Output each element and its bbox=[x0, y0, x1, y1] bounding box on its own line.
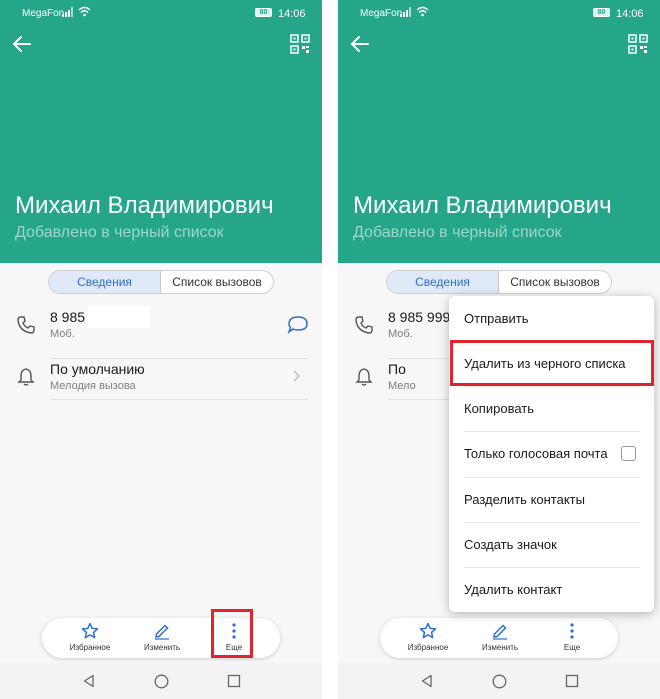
more-vertical-icon bbox=[570, 623, 574, 639]
chevron-right-icon bbox=[293, 370, 301, 382]
phone-number-row[interactable]: 8 985 Моб. bbox=[0, 303, 322, 359]
qr-code-icon[interactable] bbox=[290, 34, 310, 54]
tab-details[interactable]: Сведения bbox=[49, 271, 161, 293]
favorites-label: Избранное bbox=[407, 643, 449, 652]
menu-item-send[interactable]: Отправить bbox=[449, 296, 654, 341]
details-tabs: Сведения Список вызовов bbox=[386, 270, 612, 294]
ringtone-value: По умолчанию bbox=[50, 361, 145, 377]
favorites-button[interactable]: Избранное bbox=[393, 622, 463, 656]
edit-label: Изменить bbox=[143, 643, 181, 652]
nav-recent-icon[interactable] bbox=[227, 674, 241, 688]
star-icon bbox=[419, 622, 437, 639]
pencil-icon bbox=[155, 624, 169, 640]
menu-item-label: Копировать bbox=[464, 401, 534, 416]
edit-button[interactable]: Изменить bbox=[465, 622, 535, 656]
bell-icon bbox=[355, 368, 373, 386]
highlight-more-button bbox=[211, 609, 253, 658]
edit-label: Изменить bbox=[481, 643, 519, 652]
status-bar: MegaFon 80 14:06 bbox=[0, 0, 322, 26]
edit-button[interactable]: Изменить bbox=[127, 622, 197, 656]
bottom-action-bar: Избранное Изменить Еще bbox=[380, 618, 618, 658]
contact-header: MegaFon 80 14:06 Михаил Владимирович Доб… bbox=[0, 0, 322, 263]
nav-home-icon[interactable] bbox=[492, 674, 507, 689]
tab-call-log[interactable]: Список вызовов bbox=[499, 271, 611, 293]
favorites-label: Избранное bbox=[69, 643, 111, 652]
highlight-unblock-item bbox=[450, 340, 654, 386]
status-time: 14:06 bbox=[278, 8, 306, 20]
ringtone-row[interactable]: По умолчанию Мелодия вызова bbox=[0, 355, 322, 411]
qr-code-icon[interactable] bbox=[628, 34, 648, 54]
signal-icon bbox=[62, 7, 73, 17]
battery-indicator: 80 bbox=[255, 8, 272, 17]
favorites-button[interactable]: Избранное bbox=[55, 622, 125, 656]
contact-details-screen: MegaFon 80 14:06 Михаил Владимирович Доб… bbox=[0, 0, 322, 699]
tab-details[interactable]: Сведения bbox=[387, 271, 499, 293]
blacklist-status: Добавлено в черный список bbox=[353, 224, 562, 241]
menu-item-voicemail-only[interactable]: Только голосовая почта bbox=[449, 431, 654, 476]
details-tabs: Сведения Список вызовов bbox=[48, 270, 274, 294]
phone-icon bbox=[355, 316, 373, 334]
nav-recent-icon[interactable] bbox=[565, 674, 579, 688]
signal-icon bbox=[400, 7, 411, 17]
menu-item-label: Только голосовая почта bbox=[464, 446, 608, 461]
system-nav-bar bbox=[0, 663, 322, 699]
phone-icon bbox=[17, 316, 35, 334]
phone-number: 8 985 999- bbox=[388, 309, 455, 325]
more-button[interactable]: Еще bbox=[537, 622, 607, 656]
row-divider bbox=[50, 399, 308, 400]
wifi-icon bbox=[416, 6, 429, 17]
blacklist-status: Добавлено в черный список bbox=[15, 224, 224, 241]
menu-item-create-shortcut[interactable]: Создать значок bbox=[449, 522, 654, 567]
phone-number: 8 985 bbox=[50, 309, 86, 325]
redaction-mask bbox=[88, 306, 150, 328]
row-divider bbox=[388, 399, 450, 400]
tab-call-log[interactable]: Список вызовов bbox=[161, 271, 273, 293]
voicemail-only-checkbox[interactable] bbox=[621, 446, 636, 461]
phone-type: Моб. bbox=[50, 328, 75, 340]
status-time: 14:06 bbox=[616, 8, 644, 20]
menu-item-copy[interactable]: Копировать bbox=[449, 386, 654, 431]
nav-back-icon[interactable] bbox=[82, 674, 96, 688]
ringtone-label: Мелодия вызова bbox=[50, 380, 136, 392]
ringtone-value: По bbox=[388, 361, 406, 377]
wifi-icon bbox=[78, 6, 91, 17]
back-arrow-icon[interactable] bbox=[348, 32, 372, 56]
phone-type: Моб. bbox=[388, 328, 413, 340]
nav-home-icon[interactable] bbox=[154, 674, 169, 689]
menu-item-label: Создать значок bbox=[464, 537, 557, 552]
menu-item-label: Отправить bbox=[464, 311, 529, 326]
bell-icon bbox=[17, 368, 35, 386]
contact-name: Михаил Владимирович bbox=[15, 192, 274, 219]
menu-item-label: Разделить контакты bbox=[464, 492, 585, 507]
more-label: Еще bbox=[563, 643, 581, 652]
system-nav-bar bbox=[338, 663, 660, 699]
carrier-name: MegaFon bbox=[22, 8, 65, 19]
carrier-name: MegaFon bbox=[360, 8, 403, 19]
nav-back-icon[interactable] bbox=[420, 674, 434, 688]
star-icon bbox=[81, 622, 99, 639]
menu-item-delete-contact[interactable]: Удалить контакт bbox=[449, 567, 654, 612]
menu-item-label: Удалить контакт bbox=[464, 582, 563, 597]
contact-header: MegaFon 80 14:06 Михаил Владимирович Доб… bbox=[338, 0, 660, 263]
battery-indicator: 80 bbox=[593, 8, 610, 17]
ringtone-label: Мело bbox=[388, 380, 416, 392]
status-bar: MegaFon 80 14:06 bbox=[338, 0, 660, 26]
message-icon[interactable] bbox=[287, 315, 309, 335]
back-arrow-icon[interactable] bbox=[10, 32, 34, 56]
pencil-icon bbox=[493, 624, 507, 640]
contact-name: Михаил Владимирович bbox=[353, 192, 612, 219]
menu-item-split-contacts[interactable]: Разделить контакты bbox=[449, 477, 654, 522]
